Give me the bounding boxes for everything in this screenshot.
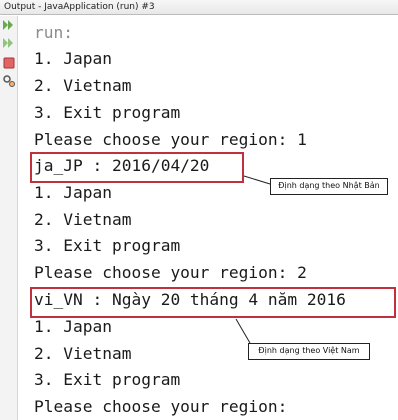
console-line: Please choose your region: 2 bbox=[34, 263, 307, 282]
output-window-title: Output - JavaApplication (run) #3 bbox=[0, 0, 398, 15]
console-line: 3. Exit program bbox=[34, 103, 181, 122]
output-toolbar bbox=[0, 16, 18, 420]
console-line: 1. Japan bbox=[34, 183, 112, 202]
console-line: 2. Vietnam bbox=[34, 76, 132, 95]
japan-format-callout: Định dạng theo Nhật Bản bbox=[270, 178, 388, 195]
console-line: 3. Exit program bbox=[34, 236, 181, 255]
rerun-with-options-icon[interactable] bbox=[2, 36, 16, 50]
run-settings-icon[interactable] bbox=[2, 74, 16, 88]
console-line: Please choose your region: bbox=[34, 397, 288, 416]
console-line: 1. Japan bbox=[34, 49, 112, 68]
vietnam-format-highlight bbox=[30, 287, 396, 318]
console-line: 2. Vietnam bbox=[34, 210, 132, 229]
japan-format-highlight bbox=[30, 152, 244, 183]
rerun-icon[interactable] bbox=[2, 18, 16, 32]
console-line: Please choose your region: 1 bbox=[34, 130, 307, 149]
console-line: 3. Exit program bbox=[34, 370, 181, 389]
vietnam-format-callout: Định dạng theo Việt Nam bbox=[248, 343, 370, 360]
console-line: run: bbox=[34, 23, 73, 42]
console-line: 2. Vietnam bbox=[34, 344, 132, 363]
console-line: 1. Japan bbox=[34, 317, 112, 336]
stop-icon[interactable] bbox=[2, 56, 16, 70]
